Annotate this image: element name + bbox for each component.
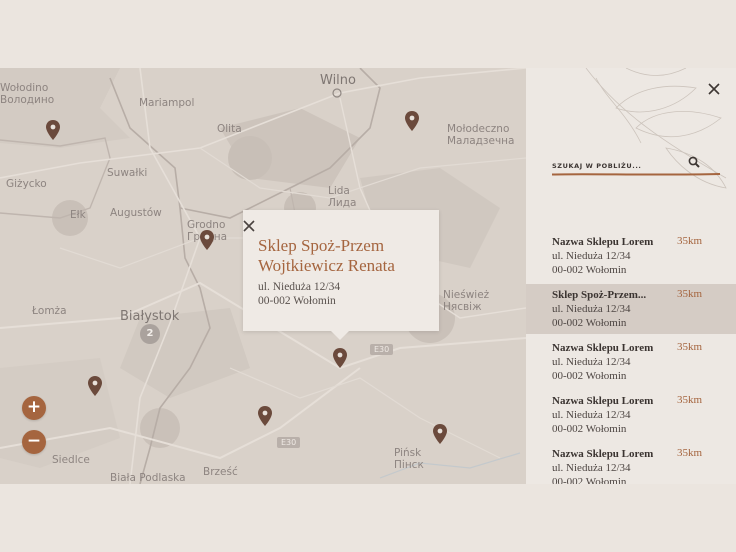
map-pin-icon[interactable] bbox=[200, 230, 214, 250]
zoom-out-button[interactable]: − bbox=[22, 430, 46, 454]
store-list-item[interactable]: Nazwa Sklepu Lorem 35km ul. Nieduża 12/3… bbox=[526, 394, 736, 449]
store-distance: 35km bbox=[677, 288, 703, 300]
popup-address: ul. Nieduża 12/34 00-002 Wołomin bbox=[258, 280, 340, 308]
search-icon[interactable] bbox=[688, 156, 700, 168]
store-postcode: 00-002 Wołomin bbox=[552, 370, 627, 382]
search-input[interactable]: SZUKAJ W POBLIŻU... bbox=[552, 162, 641, 170]
city-label: Wilno bbox=[320, 73, 356, 88]
map-pin-icon[interactable] bbox=[405, 111, 419, 131]
map-pin-icon[interactable] bbox=[46, 120, 60, 140]
close-icon[interactable] bbox=[708, 83, 720, 95]
popup-address-line: ul. Nieduża 12/34 bbox=[258, 281, 341, 293]
store-list-item[interactable]: Nazwa Sklepu Lorem 35km ul. Nieduża 12/3… bbox=[526, 341, 736, 396]
city-label: Olita bbox=[217, 123, 242, 135]
store-list-item-active[interactable]: Sklep Spoż-Przem... 35km ul. Nieduża 12/… bbox=[526, 284, 736, 334]
store-postcode: 00-002 Wołomin bbox=[552, 476, 627, 484]
store-name: Nazwa Sklepu Lorem bbox=[552, 448, 654, 460]
city-label: Pińsk Пінск bbox=[394, 447, 424, 471]
store-address: ul. Nieduża 12/34 bbox=[552, 250, 631, 262]
city-label: Mariampol bbox=[139, 97, 195, 109]
road-label: E30 bbox=[370, 344, 394, 355]
map-view[interactable]: Wołodino Володино Mariampol Wilno Olita M… bbox=[0, 68, 526, 484]
city-label: Nieśwież Нясвіж bbox=[443, 289, 490, 313]
store-name: Nazwa Sklepu Lorem bbox=[552, 342, 654, 354]
store-postcode: 00-002 Wołomin bbox=[552, 423, 627, 435]
store-postcode: 00-002 Wołomin bbox=[552, 264, 627, 276]
store-name: Nazwa Sklepu Lorem bbox=[552, 236, 654, 248]
store-postcode: 00-002 Wołomin bbox=[552, 317, 627, 329]
city-label: Suwałki bbox=[107, 167, 148, 179]
city-label: Augustów bbox=[110, 207, 162, 219]
city-label: Biała Podlaska bbox=[110, 472, 186, 484]
store-name: Nazwa Sklepu Lorem bbox=[552, 395, 654, 407]
zoom-in-button[interactable]: + bbox=[22, 396, 46, 420]
city-label: Wołodino Володино bbox=[0, 82, 55, 106]
leaf-decoration bbox=[585, 68, 727, 189]
city-label: Siedlce bbox=[52, 454, 90, 466]
popup-address-line: 00-002 Wołomin bbox=[258, 295, 336, 307]
popup-title: Sklep Spoż-Przem Wojtkiewicz Renata bbox=[258, 236, 395, 275]
city-label: Giżycko bbox=[6, 178, 47, 190]
store-locator: Wołodino Володино Mariampol Wilno Olita M… bbox=[0, 68, 736, 484]
road-label: E30 bbox=[277, 437, 301, 448]
city-label: Ełk bbox=[70, 209, 86, 221]
store-address: ul. Nieduża 12/34 bbox=[552, 303, 631, 315]
store-distance: 35km bbox=[677, 394, 703, 406]
store-address: ul. Nieduża 12/34 bbox=[552, 409, 631, 421]
store-name: Sklep Spoż-Przem... bbox=[552, 289, 647, 301]
store-address: ul. Nieduża 12/34 bbox=[552, 462, 631, 474]
marker-cluster[interactable]: 2 bbox=[140, 324, 160, 344]
map-pin-icon[interactable] bbox=[88, 376, 102, 396]
city-label: Mołodeczno Маладзечна bbox=[447, 123, 515, 147]
store-list-panel: SZUKAJ W POBLIŻU... Nazwa Sklepu Lorem 3… bbox=[526, 68, 736, 484]
map-pin-icon[interactable] bbox=[258, 406, 272, 426]
map-pin-icon[interactable] bbox=[433, 424, 447, 444]
close-icon[interactable] bbox=[243, 220, 255, 232]
city-label: Łomża bbox=[32, 305, 67, 317]
store-address: ul. Nieduża 12/34 bbox=[552, 356, 631, 368]
city-label: Brześć bbox=[203, 466, 238, 478]
store-list-item[interactable]: Nazwa Sklepu Lorem 35km ul. Nieduża 12/3… bbox=[526, 447, 736, 484]
store-distance: 35km bbox=[677, 341, 703, 353]
city-label: Lida Лида bbox=[328, 185, 357, 209]
store-list-item[interactable]: Nazwa Sklepu Lorem 35km ul. Nieduża 12/3… bbox=[526, 235, 736, 290]
store-popup: Sklep Spoż-Przem Wojtkiewicz Renata ul. … bbox=[243, 210, 439, 340]
map-pin-icon[interactable] bbox=[333, 348, 347, 368]
city-label: Białystok bbox=[120, 309, 180, 324]
search-underline bbox=[552, 173, 720, 176]
store-distance: 35km bbox=[677, 235, 703, 247]
store-distance: 35km bbox=[677, 447, 703, 459]
